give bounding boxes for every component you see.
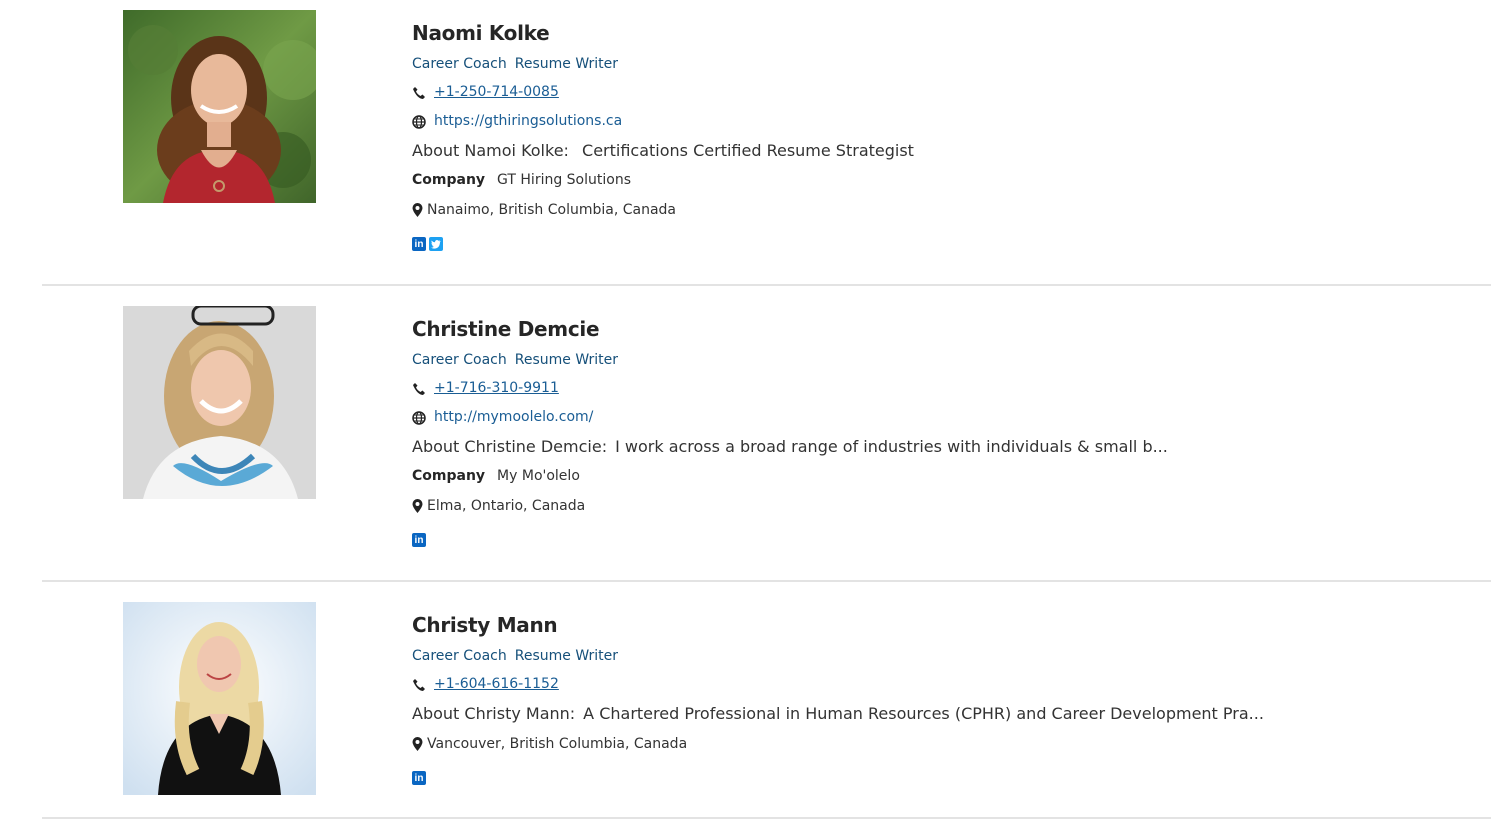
linkedin-icon[interactable]: in [412,237,426,251]
phone-icon [412,380,429,397]
phone-icon [412,676,429,693]
about-label: About Christy Mann: [412,704,576,723]
location-row: Nanaimo, British Columbia, Canada [412,195,1472,225]
profile-info: Christy Mann Career Coach Resume Writer +… [412,610,1472,787]
location-row: Vancouver, British Columbia, Canada [412,729,1472,759]
company-name: My Mo'olelo [497,468,580,484]
category-resume-writer[interactable]: Resume Writer [515,352,618,368]
map-marker-icon [412,499,423,513]
about-body: Certifications Certified Resume Strategi… [582,141,914,160]
company-label: Company [412,172,486,188]
category-list: Career Coach Resume Writer [412,346,1472,374]
about-text: About Christy Mann: A Chartered Professio… [412,699,1472,729]
category-career-coach[interactable]: Career Coach [412,648,507,664]
category-career-coach[interactable]: Career Coach [412,352,507,368]
profile-card: Naomi Kolke Career Coach Resume Writer +1… [42,0,1491,286]
website-link[interactable]: http://mymoolelo.com/ [434,403,593,432]
phone-row: +1-250-714-0085 [412,78,1472,107]
phone-icon [412,84,429,101]
profile-name[interactable]: Christine Demcie [412,314,1472,344]
profile-photo[interactable] [123,10,316,203]
globe-icon [412,113,429,130]
website-row: https://gthiringsolutions.ca [412,107,1472,136]
about-label: About Namoi Kolke: [412,141,569,160]
about-body: A Chartered Professional in Human Resour… [583,704,1264,723]
profile-name[interactable]: Naomi Kolke [412,18,1472,48]
social-links: in [412,533,1472,549]
company-row: Company My Mo'olelo [412,462,1472,491]
location-text: Nanaimo, British Columbia, Canada [427,202,677,218]
location-row: Elma, Ontario, Canada [412,491,1472,521]
about-body: I work across a broad range of industrie… [615,437,1168,456]
category-resume-writer[interactable]: Resume Writer [515,648,618,664]
category-list: Career Coach Resume Writer [412,642,1472,670]
company-name: GT Hiring Solutions [497,172,631,188]
phone-row: +1-716-310-9911 [412,374,1472,403]
profile-name[interactable]: Christy Mann [412,610,1472,640]
profile-photo[interactable] [123,306,316,499]
profile-card: Christine Demcie Career Coach Resume Writ… [42,286,1491,582]
phone-link[interactable]: +1-250-714-0085 [434,78,559,107]
company-label: Company [412,468,486,484]
linkedin-icon[interactable]: in [412,771,426,785]
social-links: in [412,771,1472,787]
map-marker-icon [412,737,423,751]
profile-info: Naomi Kolke Career Coach Resume Writer +1… [412,18,1472,253]
map-marker-icon [412,203,423,217]
twitter-icon[interactable] [429,237,443,251]
company-row: Company GT Hiring Solutions [412,166,1472,195]
website-link[interactable]: https://gthiringsolutions.ca [434,107,622,136]
phone-link[interactable]: +1-604-616-1152 [434,670,559,699]
profile-directory: Naomi Kolke Career Coach Resume Writer +1… [0,0,1510,824]
about-text: About Namoi Kolke: Certifications Certif… [412,136,1472,166]
phone-link[interactable]: +1-716-310-9911 [434,374,559,403]
profile-info: Christine Demcie Career Coach Resume Writ… [412,314,1472,549]
category-resume-writer[interactable]: Resume Writer [515,56,618,72]
location-text: Elma, Ontario, Canada [427,498,586,514]
location-text: Vancouver, British Columbia, Canada [427,736,688,752]
about-text: About Christine Demcie: I work across a b… [412,432,1472,462]
website-row: http://mymoolelo.com/ [412,403,1472,432]
profile-photo[interactable] [123,602,316,795]
profile-card: Christy Mann Career Coach Resume Writer +… [42,582,1491,819]
phone-row: +1-604-616-1152 [412,670,1472,699]
social-links: in [412,237,1472,253]
linkedin-icon[interactable]: in [412,533,426,547]
globe-icon [412,409,429,426]
category-list: Career Coach Resume Writer [412,50,1472,78]
category-career-coach[interactable]: Career Coach [412,56,507,72]
about-label: About Christine Demcie: [412,437,608,456]
